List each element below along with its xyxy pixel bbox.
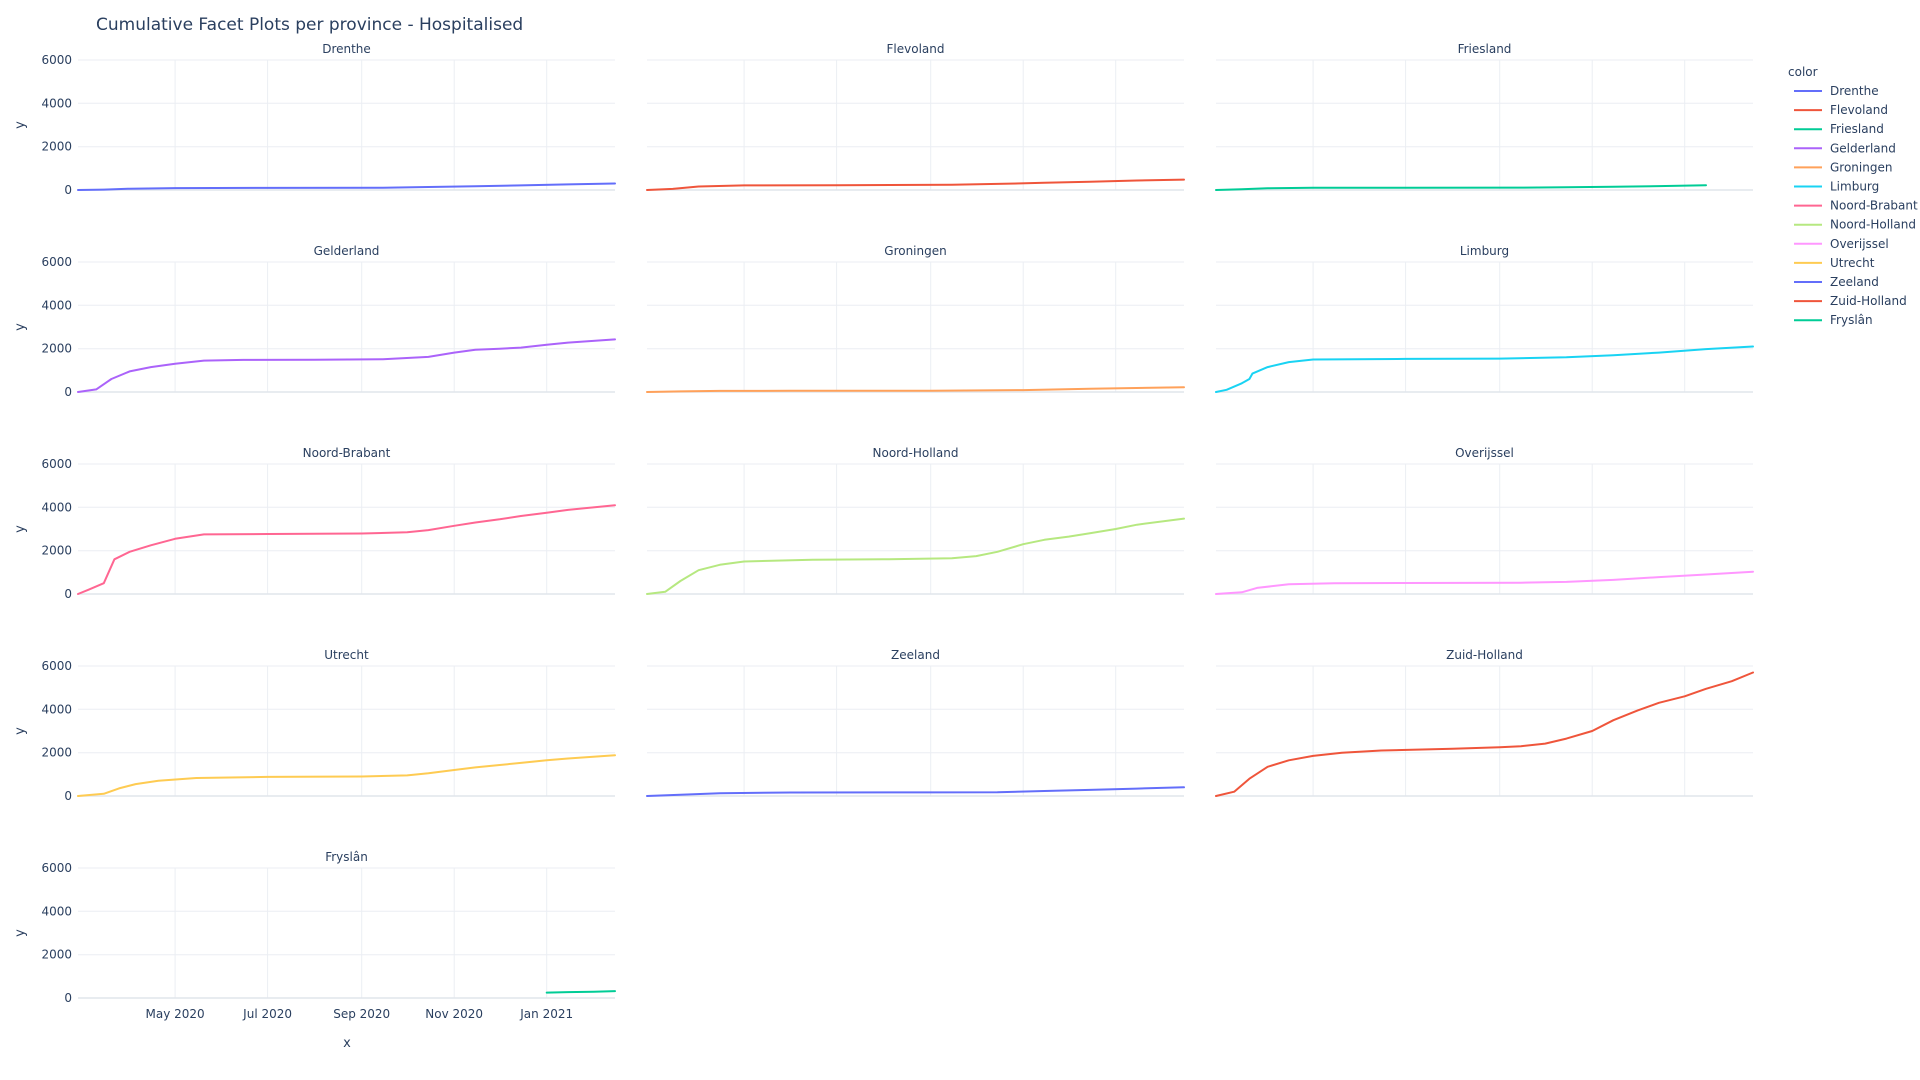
ytick-label: 4000 [41, 298, 72, 312]
facet-title-zuid-holland: Zuid-Holland [1446, 648, 1523, 662]
xtick-label: Nov 2020 [425, 1007, 483, 1021]
facet-title-noord-holland: Noord-Holland [873, 446, 959, 460]
series-line-noord-brabant [77, 504, 616, 595]
legend-title: color [1788, 65, 1818, 79]
ytick-label: 2000 [41, 746, 72, 760]
y-axis-label: y [13, 121, 28, 129]
ytick-label: 4000 [41, 904, 72, 918]
legend-label-overijssel: Overijssel [1830, 237, 1889, 251]
legend: color Drenthe Flevoland Friesland Gelderlan… [1788, 65, 1918, 327]
ytick-label: 4000 [41, 96, 72, 110]
xtick-label: Sep 2020 [333, 1007, 390, 1021]
facet-title-gelderland: Gelderland [314, 244, 380, 258]
xtick-label: Jul 2020 [242, 1007, 292, 1021]
legend-label-fryslan: Fryslân [1830, 313, 1873, 327]
facet-title-flevoland: Flevoland [887, 42, 945, 56]
ytick-label: 6000 [41, 255, 72, 269]
xtick-label: May 2020 [146, 1007, 205, 1021]
facet-titles: Drenthe Flevoland Friesland Gelderland Groni… [303, 42, 1523, 864]
legend-label-noord-holland: Noord-Holland [1830, 218, 1916, 232]
legend-label-flevoland: Flevoland [1830, 103, 1888, 117]
ytick-label: 6000 [41, 659, 72, 673]
y-axis-label: y [13, 727, 28, 735]
ytick-label: 6000 [41, 53, 72, 67]
ytick-label: 2000 [41, 544, 72, 558]
legend-label-noord-brabant: Noord-Brabant [1830, 199, 1918, 213]
ytick-label: 2000 [41, 948, 72, 962]
series-line-zuid-holland [1215, 671, 1754, 797]
facet-title-zeeland: Zeeland [891, 648, 940, 662]
y-axis-label: y [13, 323, 28, 331]
facet-title-limburg: Limburg [1460, 244, 1509, 258]
legend-label-zuid-holland: Zuid-Holland [1830, 294, 1907, 308]
series-line-utrecht [77, 754, 616, 797]
ytick-label: 4000 [41, 702, 72, 716]
series-line-friesland [1215, 184, 1707, 191]
facet-title-drenthe: Drenthe [322, 42, 371, 56]
facet-title-fryslan: Fryslân [325, 850, 368, 864]
facet-title-friesland: Friesland [1458, 42, 1512, 56]
y-axis-label: y [13, 929, 28, 937]
x-axis-label: x [343, 1036, 351, 1051]
series-line-noord-holland [646, 517, 1185, 595]
ytick-label: 2000 [41, 342, 72, 356]
series-line-fryslan [545, 990, 616, 994]
legend-label-drenthe: Drenthe [1830, 84, 1879, 98]
ytick-label: 0 [64, 789, 72, 803]
xtick-label: Jan 2021 [519, 1007, 573, 1021]
chart-title: Cumulative Facet Plots per province - Ho… [96, 15, 523, 35]
y-axis-labels: y y y y y [13, 121, 28, 937]
legend-label-friesland: Friesland [1830, 122, 1884, 136]
ytick-label: 2000 [41, 140, 72, 154]
ytick-label: 0 [64, 183, 72, 197]
ytick-label: 0 [64, 991, 72, 1005]
series-line-gelderland [77, 338, 616, 393]
series-line-overijssel [1215, 570, 1754, 595]
series-line-drenthe [77, 182, 616, 191]
facet-title-utrecht: Utrecht [324, 648, 369, 662]
legend-label-gelderland: Gelderland [1830, 141, 1896, 155]
facet-title-overijssel: Overijssel [1455, 446, 1514, 460]
facet-title-noord-brabant: Noord-Brabant [303, 446, 391, 460]
series-line-groningen [646, 386, 1185, 393]
legend-label-groningen: Groningen [1830, 160, 1892, 174]
series-lines [77, 178, 1754, 994]
facet-line-chart: 0 2000 4000 6000 0 2000 4000 6000 0 2000 4000 6000 0… [13, 15, 1918, 1051]
ytick-label: 0 [64, 385, 72, 399]
series-line-zeeland [646, 786, 1185, 797]
ytick-label: 6000 [41, 457, 72, 471]
legend-label-zeeland: Zeeland [1830, 275, 1879, 289]
legend-label-utrecht: Utrecht [1830, 256, 1875, 270]
y-axis-label: y [13, 525, 28, 533]
ytick-label: 4000 [41, 500, 72, 514]
tick-labels: 0 2000 4000 6000 0 2000 4000 6000 0 2000 4000 6000 0… [41, 53, 573, 1021]
ytick-label: 6000 [41, 861, 72, 875]
ytick-label: 0 [64, 587, 72, 601]
series-line-limburg [1215, 345, 1754, 393]
facet-title-groningen: Groningen [884, 244, 946, 258]
series-line-flevoland [646, 178, 1185, 191]
legend-label-limburg: Limburg [1830, 180, 1879, 194]
